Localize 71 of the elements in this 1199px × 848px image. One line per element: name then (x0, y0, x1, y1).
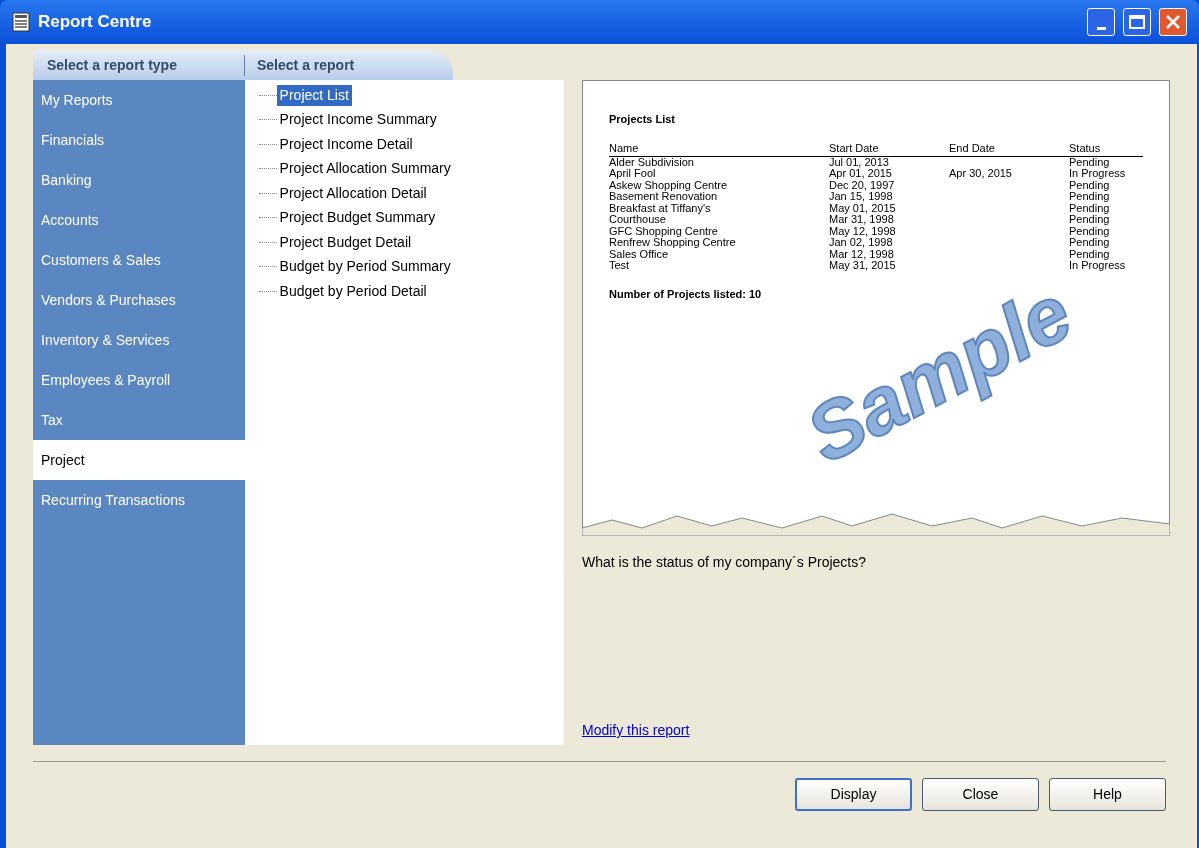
table-cell-text: May 01, 2015 (829, 202, 897, 214)
window-title: Report Centre (38, 11, 152, 34)
modify-report-link[interactable]: Modify this report (582, 720, 690, 741)
report-item[interactable]: Project Budget Detail (276, 231, 415, 253)
table-cell-text: Pending (1069, 248, 1111, 260)
table-cell-text: Pending (1069, 237, 1111, 249)
report-type-item[interactable]: Accounts (33, 200, 245, 240)
close-icon (1165, 14, 1181, 30)
table-cell-text: Pending (1069, 156, 1111, 168)
table-cell-text: Pending (1069, 225, 1111, 237)
table-cell-text: Alder Subdivision (609, 156, 695, 168)
dialog-button[interactable]: Help (1049, 778, 1166, 811)
column-header: Start Date (829, 141, 880, 154)
table-cell-text: Sales Office (609, 248, 669, 260)
minimize-button[interactable] (1087, 8, 1115, 36)
table-cell-text: Mar 31, 1998 (829, 214, 895, 226)
table-cell-text: Pending (1069, 179, 1110, 191)
table-cell-text: Pending (1069, 214, 1111, 226)
dialog-button[interactable]: Display (795, 778, 912, 811)
report-type-item[interactable]: My Reports (33, 80, 245, 120)
column-header: Name (609, 141, 640, 154)
table-cell-text: GFC Shopping Centre (609, 225, 719, 237)
tab-header: Select a report type (33, 54, 245, 76)
table-cell-text: Apr 01, 2015 (829, 168, 893, 180)
table-cell-text: Dec 20, 1997 (829, 179, 896, 191)
report-item[interactable]: Project Allocation Detail (276, 182, 430, 204)
report-type-item[interactable]: Inventory & Services (33, 320, 245, 360)
preview-title: Projects List (609, 112, 677, 127)
report-item[interactable]: Project List (276, 84, 352, 106)
table-cell-text: Pending (1069, 191, 1111, 203)
table-cell-text: Courthouse (609, 214, 667, 226)
close-button[interactable] (1159, 8, 1187, 36)
table-cell-text: Apr 30, 2015 (949, 168, 1013, 180)
table-cell-text: April Fool (609, 168, 657, 180)
report-type-item[interactable]: Project (33, 440, 245, 480)
table-cell-text: Renfrew Shopping Centre (609, 237, 737, 249)
tab-header: Select a report (256, 55, 355, 75)
table-cell-text: In Progress (1069, 260, 1127, 272)
table-cell-text: Jul 01, 2013 (829, 156, 890, 168)
report-type-item[interactable]: Customers & Sales (33, 240, 245, 280)
table-cell-text: May 31, 2015 (829, 260, 897, 272)
dialog-button[interactable]: Close (922, 778, 1039, 811)
report-type-item[interactable]: Recurring Transactions (33, 480, 245, 520)
table-cell-text: Askew Shopping Centre (609, 179, 728, 191)
table-cell-text: Pending (1069, 202, 1111, 214)
table-cell-text: Basement Renovation (609, 191, 719, 203)
minimize-icon (1096, 27, 1106, 30)
report-description: What is the status of my company´s Projects? (582, 553, 867, 572)
report-item[interactable]: Budget by Period Summary (276, 256, 454, 278)
report-type-item[interactable]: Financials (33, 120, 245, 160)
report-type-item[interactable]: Employees & Payroll (33, 360, 245, 400)
table-cell-text: In Progress (1069, 168, 1127, 180)
table-cell-text: May 12, 1998 (829, 225, 897, 237)
column-header: End Date (949, 141, 996, 154)
report-type-item[interactable]: Tax (33, 400, 245, 440)
report-type-item[interactable]: Vendors & Purchases (33, 280, 245, 320)
report-type-item[interactable]: Banking (33, 160, 245, 200)
report-item[interactable]: Project Income Detail (276, 133, 416, 155)
table-cell-text: Jan 15, 1998 (829, 191, 894, 203)
report-item[interactable]: Project Budget Summary (276, 207, 439, 229)
table-cell-text: Mar 12, 1998 (829, 248, 895, 260)
maximize-icon (1129, 15, 1145, 29)
report-item[interactable]: Project Allocation Summary (276, 158, 454, 180)
maximize-button[interactable] (1123, 8, 1151, 36)
table-cell-text: Breakfast at Tiffany's (609, 202, 712, 214)
column-header: Status (1069, 141, 1102, 154)
report-item[interactable]: Budget by Period Detail (276, 280, 430, 302)
report-item[interactable]: Project Income Summary (276, 109, 440, 131)
table-cell-text: Test (609, 260, 631, 272)
report-icon (12, 12, 30, 32)
table-cell-text: Jan 02, 1998 (829, 237, 894, 249)
